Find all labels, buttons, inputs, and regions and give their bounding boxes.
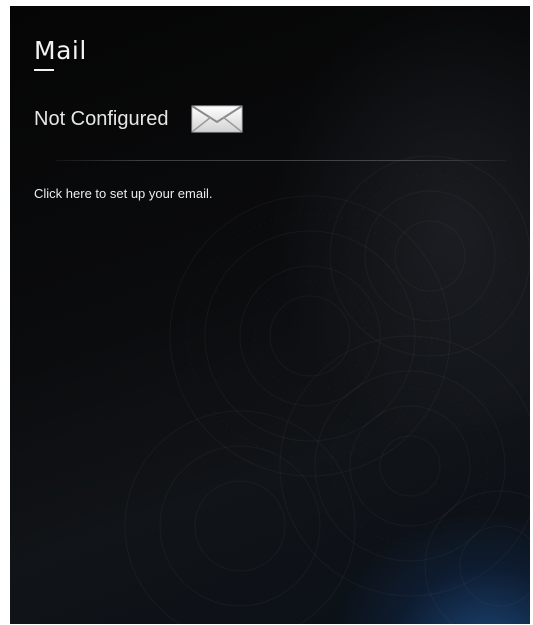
status-row: Not Configured bbox=[34, 104, 243, 134]
setup-email-link[interactable]: Click here to set up your email. bbox=[34, 186, 212, 201]
mail-tile[interactable]: Mail Not Configured Click here to set up… bbox=[10, 6, 530, 624]
status-text: Not Configured bbox=[34, 107, 169, 130]
background-rings-decoration bbox=[124, 155, 530, 624]
divider bbox=[56, 160, 506, 161]
title-accelerator-underline bbox=[34, 69, 54, 71]
mail-title: Mail bbox=[34, 36, 87, 65]
envelope-icon bbox=[190, 105, 243, 133]
